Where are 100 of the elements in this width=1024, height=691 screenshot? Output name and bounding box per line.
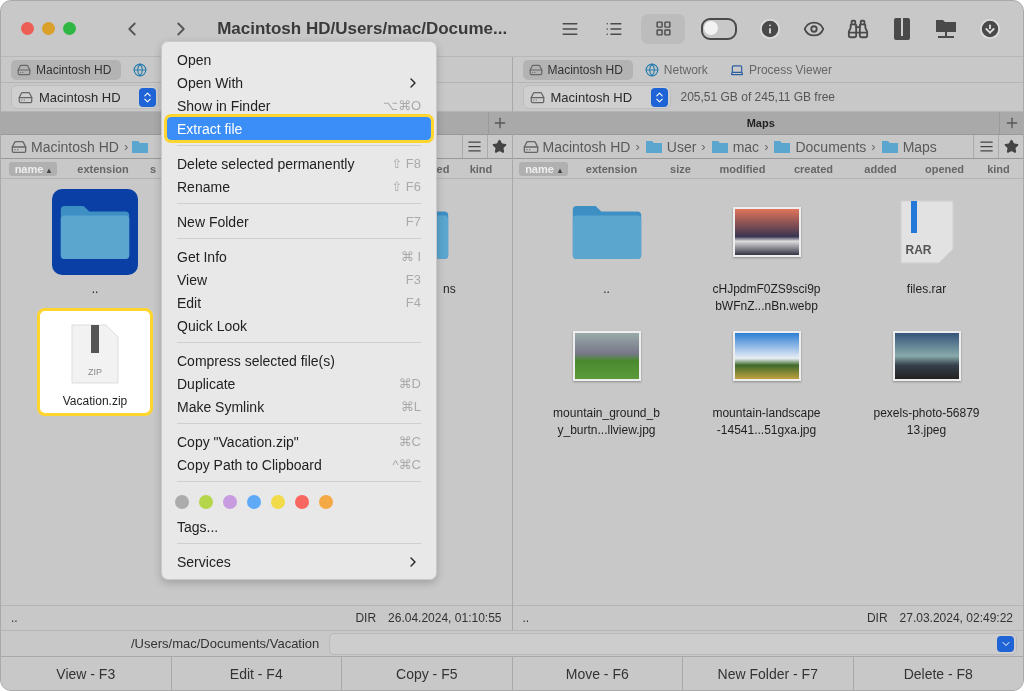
file-name: files.rar (905, 281, 948, 298)
menu-item[interactable]: Duplicate ⌘D (167, 372, 431, 395)
column-header[interactable]: name ▴ (519, 161, 568, 176)
photo-placeholder (892, 331, 961, 381)
tag-dot[interactable] (247, 494, 261, 509)
tag-dot[interactable] (175, 494, 189, 509)
file-item[interactable]: cHJpdmF0ZS9sci9pbWFnZ...nBn.webp (696, 189, 837, 315)
file-type-label: RAR (905, 243, 932, 257)
status-type: DIR (355, 611, 377, 625)
column-header[interactable]: extension (585, 161, 638, 176)
file-name: Vacation.zip (61, 393, 129, 410)
breadcrumb-item[interactable]: Macintosh HD (520, 138, 633, 155)
stepper-icon (650, 87, 668, 107)
menu-item[interactable]: View F3 (167, 268, 431, 291)
sort-arrow: ▴ (47, 165, 52, 175)
sort-arrow: ▴ (557, 165, 562, 175)
toggle-switch[interactable] (701, 17, 737, 40)
file-item[interactable]: .. (25, 189, 165, 298)
menu-item[interactable]: Delete selected permanently ⇧ F8 (167, 152, 431, 175)
folder-icon (773, 139, 792, 154)
stepper-icon (139, 87, 156, 107)
shortcut-label: ⌘D (398, 376, 421, 391)
drive-tab[interactable]: Process Viewer (723, 59, 843, 80)
close-button[interactable] (21, 22, 34, 35)
shortcut-label: F4 (405, 295, 421, 310)
menu-item[interactable]: Copy "Vacation.zip" ⌘C (167, 430, 431, 453)
file-item[interactable]: mountain_ground_by_burtn...llview.jpg (536, 313, 677, 439)
drive-tab[interactable]: Network (638, 59, 718, 80)
photo-placeholder (732, 207, 801, 257)
star-icon (492, 139, 507, 154)
grid-icon (654, 20, 672, 37)
network-folder-icon (935, 17, 957, 40)
file-item[interactable]: mountain-landscape-14541...51gxa.jpg (696, 313, 837, 439)
menu-item[interactable]: Tags... (167, 515, 431, 538)
menu-item[interactable]: Edit F4 (167, 291, 431, 314)
plus-icon (492, 115, 508, 131)
file-item[interactable]: RAR files.rar (856, 189, 997, 298)
chevron-separator: › (871, 139, 876, 154)
tag-dot[interactable] (295, 494, 309, 509)
breadcrumb-item[interactable]: Documents (771, 138, 869, 155)
menu-item[interactable]: Copy Path to Clipboard ^⌘C (167, 453, 431, 476)
info-icon (759, 17, 781, 40)
menu-item[interactable]: Make Symlink ⌘L (167, 395, 431, 418)
menu-item[interactable]: Services (167, 550, 431, 573)
window-title: Macintosh HD/Users/mac/Docume... (217, 18, 509, 39)
drive-select[interactable]: Macintosh HD (11, 85, 159, 109)
column-header[interactable]: name ▴ (8, 161, 58, 176)
menu-item[interactable]: New Folder F7 (167, 210, 431, 233)
drive-tab[interactable]: Macintosh HD (11, 59, 122, 80)
breadcrumb-item[interactable]: Maps (878, 138, 939, 155)
menu-item[interactable]: Open (167, 48, 431, 71)
drive-select[interactable]: Macintosh HD (522, 85, 671, 109)
status-name: .. (11, 611, 18, 625)
tag-dot[interactable] (319, 494, 333, 509)
file-name: mountain-landscape-14541...51gxa.jpg (711, 405, 822, 439)
file-item[interactable]: .. (536, 189, 677, 298)
file-type-label: ZIP (87, 367, 103, 377)
binoculars-icon (847, 17, 869, 40)
folder-icon (644, 139, 663, 154)
globe-icon (133, 62, 148, 77)
status-name: .. (522, 611, 530, 625)
tag-dot[interactable] (271, 494, 285, 509)
breadcrumb-item[interactable]: Macintosh HD (9, 138, 121, 155)
file-item[interactable]: pexels-photo-5687913.jpeg (856, 313, 997, 439)
chevron-separator: › (635, 139, 640, 154)
lines-icon (467, 139, 482, 154)
status-type: DIR (866, 611, 888, 625)
menu-item[interactable]: Show in Finder ⌥⌘O (167, 94, 431, 117)
tag-dot[interactable] (199, 494, 213, 509)
status-date: 26.04.2024, 01:10:55 (388, 611, 502, 625)
folder-icon (710, 139, 729, 154)
tag-dot[interactable] (223, 494, 237, 509)
download-icon (979, 17, 1001, 40)
shortcut-label: ^⌘C (392, 457, 421, 472)
menu-item[interactable]: Quick Look (167, 314, 431, 337)
breadcrumb-item[interactable]: mac (708, 138, 762, 155)
column-header[interactable]: ed (436, 161, 450, 176)
menu-item[interactable]: Rename ⇧ F6 (167, 175, 431, 198)
free-space-text: 205,51 GB of 245,11 GB free (680, 90, 836, 104)
menu-item[interactable]: Compress selected file(s) (167, 349, 431, 372)
file-name: mountain_ground_by_burtn...llview.jpg (552, 405, 661, 439)
breadcrumb-item[interactable]: User (642, 138, 699, 155)
shortcut-label: F3 (405, 272, 421, 287)
dropdown-button[interactable] (997, 635, 1014, 652)
view-button[interactable] (641, 13, 685, 44)
drive-tab[interactable]: Macintosh HD (522, 59, 633, 80)
file-name: .. (90, 281, 100, 298)
command-field[interactable] (329, 632, 1017, 655)
menu-item[interactable]: Get Info ⌘ I (167, 245, 431, 268)
chevron-separator: › (123, 139, 129, 154)
file-name: cHJpdmF0ZS9sci9pbWFnZ...nBn.webp (711, 281, 822, 315)
laptop-icon (729, 62, 744, 77)
menu-item[interactable]: Open With (167, 71, 431, 94)
file-name: ns (443, 281, 456, 298)
file-item[interactable]: ZIP Vacation.zip (37, 308, 153, 416)
column-header[interactable]: s (149, 161, 157, 176)
zipper-icon (894, 17, 910, 40)
file-name: .. (602, 281, 611, 298)
function-key-button[interactable]: View - F3 (1, 657, 172, 690)
shortcut-label: ⌘ I (400, 249, 421, 264)
